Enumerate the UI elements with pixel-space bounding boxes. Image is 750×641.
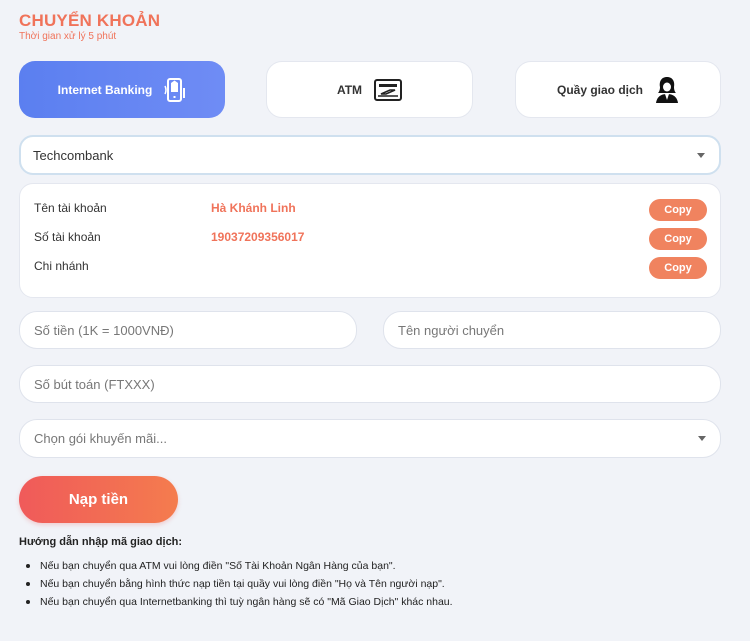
amount-placeholder: Số tiền (1K = 1000VNĐ) — [34, 322, 174, 338]
method-label: Internet Banking — [57, 82, 153, 97]
chevron-down-icon — [698, 436, 706, 441]
info-key: Tên tài khoản — [34, 201, 107, 215]
guide-item: Nếu bạn chuyển qua ATM vui lòng điền "Số… — [19, 558, 739, 576]
guide-item: Nếu bạn chuyển bằng hình thức nạp tiền t… — [19, 576, 739, 594]
atm-card-icon — [374, 78, 403, 101]
info-value: 19037209356017 — [211, 230, 305, 244]
info-key: Chi nhánh — [34, 259, 89, 273]
guide-title: Hướng dẫn nhập mã giao dịch: — [19, 536, 183, 548]
submit-deposit-button[interactable]: Nạp tiền — [19, 476, 178, 523]
page-subtitle: Thời gian xử lý 5 phút — [19, 31, 117, 42]
method-label: ATM — [336, 82, 363, 97]
copy-branch-button[interactable]: Copy — [649, 257, 707, 279]
chevron-down-icon — [697, 152, 705, 158]
info-row-account-number: Số tài khoản 19037209356017 Copy — [34, 228, 707, 250]
method-teller[interactable]: Quầy giao dịch — [515, 61, 721, 118]
page-title: CHUYỂN KHOẢN — [19, 11, 161, 30]
bank-select[interactable]: Techcombank — [19, 135, 721, 175]
teller-person-icon — [655, 76, 679, 104]
sender-name-placeholder: Tên người chuyển — [398, 322, 505, 338]
transaction-code-input[interactable]: Số bút toán (FTXXX) — [19, 365, 721, 403]
info-value: Hà Khánh Linh — [211, 201, 296, 215]
method-internet-banking[interactable]: Internet Banking — [19, 61, 225, 118]
transaction-code-placeholder: Số bút toán (FTXXX) — [34, 376, 155, 392]
guide-list: Nếu bạn chuyển qua ATM vui lòng điền "Số… — [19, 558, 739, 612]
account-info-card: Tên tài khoản Hà Khánh Linh Copy Số tài … — [19, 183, 721, 298]
sender-name-input[interactable]: Tên người chuyển — [383, 311, 721, 349]
info-row-branch: Chi nhánh Copy — [34, 257, 707, 279]
copy-account-number-button[interactable]: Copy — [649, 228, 707, 250]
method-label: Quầy giao dịch — [556, 82, 643, 97]
guide-item: Nếu bạn chuyển qua Internetbanking thì t… — [19, 594, 739, 612]
copy-account-name-button[interactable]: Copy — [649, 199, 707, 221]
amount-input[interactable]: Số tiền (1K = 1000VNĐ) — [19, 311, 357, 349]
mobile-bank-icon — [164, 77, 186, 102]
info-row-account-name: Tên tài khoản Hà Khánh Linh Copy — [34, 199, 707, 221]
info-key: Số tài khoản — [34, 230, 101, 244]
promo-select-placeholder: Chọn gói khuyến mãi... — [34, 431, 167, 446]
bank-select-value: Techcombank — [33, 147, 114, 163]
method-atm[interactable]: ATM — [266, 61, 473, 118]
promo-select[interactable]: Chọn gói khuyến mãi... — [19, 419, 721, 458]
